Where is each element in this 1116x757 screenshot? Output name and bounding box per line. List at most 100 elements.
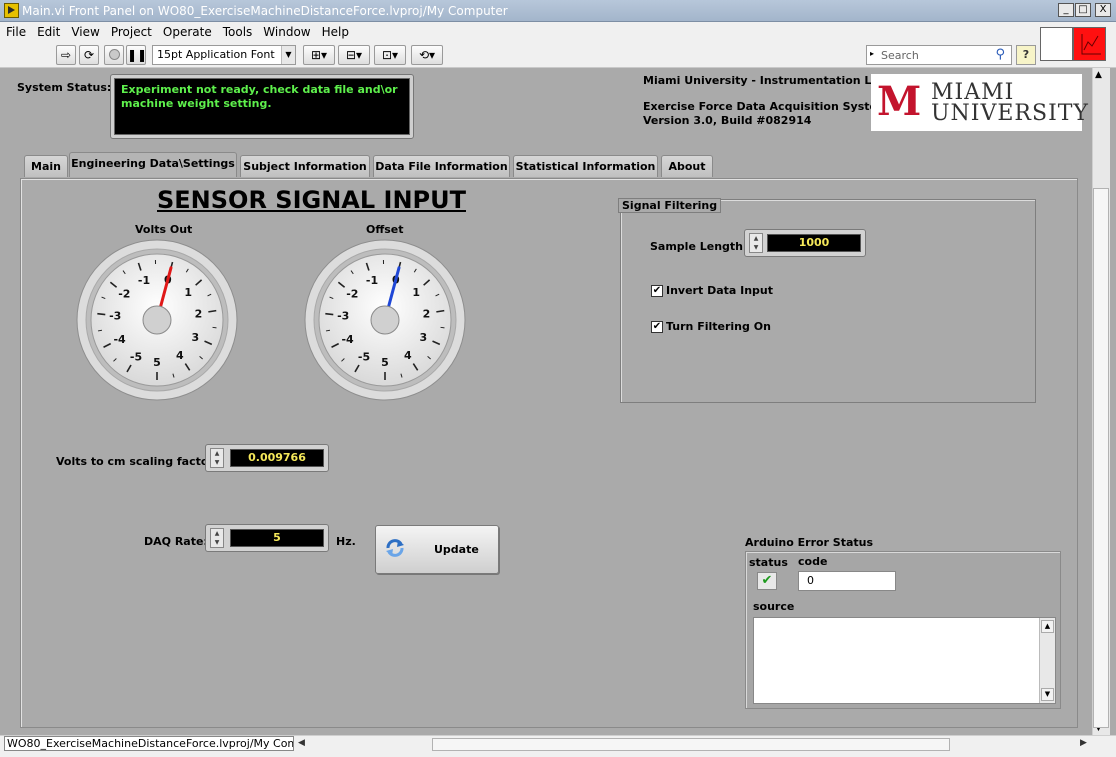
system-name: Exercise Force Data Acquisition System: [643, 100, 889, 113]
title-bar: Main.vi Front Panel on WO80_ExerciseMach…: [0, 0, 1116, 22]
maximize-button[interactable]: □: [1075, 3, 1091, 17]
project-path: WO80_ExerciseMachineDistanceForce.lvproj…: [4, 736, 294, 751]
scroll-up-icon[interactable]: ▲: [1095, 70, 1102, 80]
menu-view[interactable]: View: [65, 22, 104, 39]
gauge-tick-label: -5: [358, 350, 370, 363]
menu-edit[interactable]: Edit: [31, 22, 65, 39]
turn-filtering-label: Turn Filtering On: [666, 320, 771, 333]
close-button[interactable]: X: [1095, 3, 1111, 17]
horizontal-scroll-thumb[interactable]: [432, 738, 950, 751]
tab-statistical-information[interactable]: Statistical Information: [513, 155, 658, 177]
menu-project[interactable]: Project: [105, 22, 157, 39]
help-button[interactable]: ?: [1016, 45, 1036, 65]
sample-length-spinner[interactable]: ▲ ▼: [749, 233, 763, 253]
vi-icon-connector[interactable]: [1040, 27, 1073, 61]
daq-rate-control[interactable]: ▲ ▼ 5: [205, 524, 329, 552]
gauge-tick-label: 3: [420, 331, 428, 344]
signal-filtering-title: Signal Filtering: [618, 198, 722, 213]
gauge-hub: [370, 305, 400, 335]
daq-rate-label: DAQ Rate:: [144, 535, 208, 548]
gauge-tick-label: -1: [366, 274, 378, 287]
gauge-tick-label: -1: [138, 274, 150, 287]
daq-rate-unit: Hz.: [336, 535, 356, 548]
gauge-tick-label: -2: [118, 288, 130, 301]
scroll-left-icon[interactable]: ◀: [298, 738, 305, 748]
pause-icon[interactable]: ❚❚: [126, 45, 147, 65]
error-status-label: status: [749, 556, 788, 569]
sample-length-label: Sample Length:: [650, 240, 748, 253]
abort-icon[interactable]: [104, 45, 124, 65]
update-button[interactable]: Update: [375, 525, 499, 574]
error-source-field[interactable]: ▲ ▼: [753, 617, 1056, 704]
system-status-indicator: Experiment not ready, check data file an…: [110, 74, 414, 139]
turn-filtering-checkbox[interactable]: ✔: [651, 321, 663, 333]
vertical-scroll-thumb[interactable]: [1093, 188, 1109, 728]
search-arrow-icon: ▸: [870, 49, 875, 58]
volts-out-gauge: -5-4-3-2-1012345: [76, 239, 238, 401]
scroll-right-icon[interactable]: ▶: [1080, 738, 1087, 748]
sample-length-value[interactable]: 1000: [767, 234, 861, 252]
search-placeholder: Search: [881, 49, 919, 62]
daq-rate-spinner[interactable]: ▲ ▼: [210, 528, 224, 548]
check-icon: ✔: [757, 572, 777, 590]
vi-icon[interactable]: [1073, 27, 1106, 61]
resize-objects-icon[interactable]: ⊡▾: [374, 45, 406, 65]
menu-help[interactable]: Help: [316, 22, 354, 39]
menu-window[interactable]: Window: [257, 22, 315, 39]
gauge-tick-label: 5: [153, 356, 161, 369]
tab-main[interactable]: Main: [24, 155, 68, 177]
scaling-factor-control[interactable]: ▲ ▼ 0.009766: [205, 444, 329, 472]
scaling-factor-value[interactable]: 0.009766: [230, 449, 324, 467]
labview-app-icon: [4, 3, 19, 18]
logo-mark: M: [877, 78, 922, 125]
error-code-label: code: [798, 555, 828, 568]
menu-tools[interactable]: Tools: [217, 22, 258, 39]
tab-about[interactable]: About: [661, 155, 713, 177]
invert-data-checkbox[interactable]: ✔: [651, 285, 663, 297]
sample-length-control[interactable]: ▲ ▼ 1000: [744, 229, 866, 257]
system-status-text: Experiment not ready, check data file an…: [114, 78, 410, 135]
align-objects-icon[interactable]: ⊞▾: [303, 45, 335, 65]
menu-bar: File Edit View Project Operate Tools Window Hel…: [0, 22, 1116, 42]
tab-engineering-data-settings[interactable]: Engineering Data\Settings: [69, 152, 237, 177]
chart-icon: [1081, 34, 1101, 55]
gauge-major-tick: [325, 312, 334, 316]
toolbar: ⇨ ⟳ ❚❚ 15pt Application Font ▼ ⊞▾ ⊟▾ ⊡▾ ⟲…: [0, 42, 1116, 68]
gauge-tick-label: 4: [176, 349, 184, 362]
gauge-major-tick: [97, 312, 106, 316]
menu-operate[interactable]: Operate: [157, 22, 217, 39]
gauge-tick-label: -2: [346, 288, 358, 301]
logo-text-line2: UNIVERSITY: [931, 101, 1089, 126]
window-title: Main.vi Front Panel on WO80_ExerciseMach…: [22, 4, 508, 18]
run-arrow-icon[interactable]: ⇨: [56, 45, 76, 65]
offset-gauge: -5-4-3-2-1012345: [304, 239, 466, 401]
font-select[interactable]: 15pt Application Font ▼: [152, 45, 296, 65]
sensor-heading: SENSOR SIGNAL INPUT: [157, 186, 466, 214]
minimize-button[interactable]: _: [1058, 3, 1074, 17]
gauge-tick-label: 4: [404, 349, 412, 362]
tab-subject-information[interactable]: Subject Information: [240, 155, 370, 177]
version-text: Version 3.0, Build #082914: [643, 114, 812, 127]
gauge-tick-label: -4: [341, 333, 354, 346]
scroll-up-icon[interactable]: ▲: [1041, 620, 1054, 633]
distribute-objects-icon[interactable]: ⊟▾: [338, 45, 370, 65]
tab-data-file-information[interactable]: Data File Information: [373, 155, 510, 177]
run-continuously-icon[interactable]: ⟳: [79, 45, 99, 65]
update-button-label: Update: [434, 543, 479, 556]
system-status-label: System Status:: [17, 81, 112, 94]
search-input[interactable]: ▸ Search ⚲: [866, 45, 1012, 65]
menu-file[interactable]: File: [0, 22, 31, 39]
scaling-factor-spinner[interactable]: ▲ ▼: [210, 448, 224, 468]
error-source-scrollbar[interactable]: ▲ ▼: [1039, 618, 1055, 703]
error-code-field[interactable]: 0: [798, 571, 896, 591]
volts-out-label: Volts Out: [135, 223, 193, 236]
daq-rate-value[interactable]: 5: [230, 529, 324, 547]
chevron-down-icon: ▼: [281, 46, 295, 64]
gauge-tick-label: 2: [195, 307, 203, 320]
font-select-value: 15pt Application Font: [157, 48, 275, 61]
arduino-error-title: Arduino Error Status: [745, 536, 874, 549]
gauge-tick-label: -4: [113, 333, 126, 346]
reorder-icon[interactable]: ⟲▾: [411, 45, 443, 65]
scroll-down-icon[interactable]: ▼: [1041, 688, 1054, 701]
gauge-tick-label: -5: [130, 350, 142, 363]
